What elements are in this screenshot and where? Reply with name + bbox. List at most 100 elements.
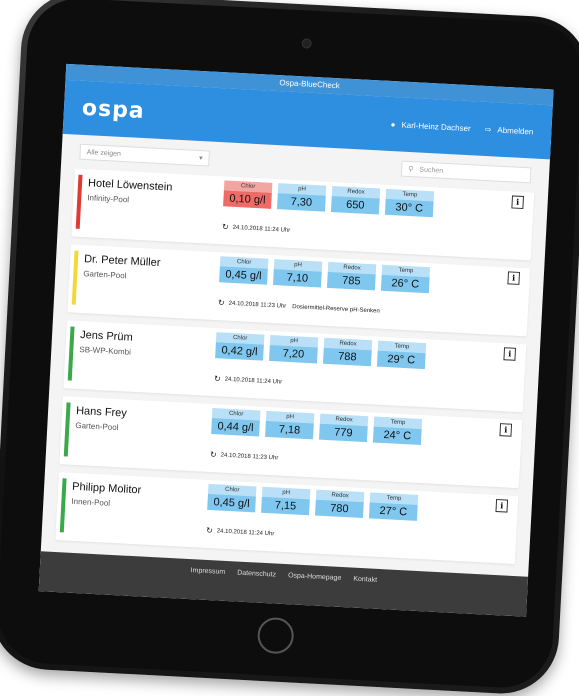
info-icon[interactable]: i — [495, 499, 509, 513]
metric-redox: Redox 785 — [326, 261, 377, 291]
user-icon: ● — [390, 119, 396, 129]
metric-value: 29° C — [376, 350, 426, 370]
metric-value: 0,42 g/l — [215, 342, 264, 361]
metric-temp: Temp 30° C — [384, 188, 435, 218]
home-button[interactable] — [256, 616, 295, 655]
metric-ph: pH 7,18 — [265, 410, 315, 440]
timestamp: 24.10.2018 11:23 Uhr — [228, 300, 287, 310]
metric-chlor: Chlor 0,42 g/l — [215, 332, 265, 361]
metric-value: 785 — [326, 271, 376, 291]
metric-temp: Temp 24° C — [372, 416, 423, 445]
user-menu[interactable]: ● Karl-Heinz Dachser — [390, 119, 471, 132]
metrics-row: Chlor 0,42 g/l pH 7,20 Redox 788 Temp 29… — [215, 332, 432, 370]
metric-chlor: Chlor 0,44 g/l — [211, 408, 261, 437]
pool-card[interactable]: Dr. Peter Müller Garten-Pool Chlor 0,45 … — [67, 244, 531, 337]
metric-temp: Temp 26° C — [380, 264, 431, 294]
pool-type: Garten-Pool — [75, 420, 119, 433]
tablet-device: Ospa-BlueCheck ospa ● Karl-Heinz Dachser… — [0, 0, 579, 696]
metric-chlor: Chlor 0,45 g/l — [207, 483, 257, 513]
refresh-icon[interactable]: ↻ — [206, 526, 213, 535]
metric-value: 0,45 g/l — [207, 493, 256, 513]
logout-button[interactable]: ⇨ Abmelden — [485, 124, 534, 136]
refresh-icon[interactable]: ↻ — [210, 450, 217, 459]
timestamp-row: ↻ 24.10.2018 11:24 Uhr — [222, 222, 297, 235]
pool-type: Garten-Pool — [83, 269, 127, 281]
refresh-icon[interactable]: ↻ — [218, 298, 225, 307]
timestamp-row: ↻ 24.10.2018 11:24 Uhr — [206, 526, 281, 539]
info-icon[interactable]: i — [511, 195, 525, 210]
footer-link[interactable]: Impressum — [190, 567, 225, 576]
metric-redox: Redox 779 — [318, 413, 369, 443]
timestamp-row: ↻ 24.10.2018 11:24 Uhr — [214, 374, 289, 387]
header-spacer — [145, 111, 377, 123]
metrics-row: Chlor 0,45 g/l pH 7,10 Redox 785 Temp 26… — [219, 256, 436, 294]
logout-icon: ⇨ — [484, 124, 492, 134]
metric-value: 0,10 g/l — [223, 190, 272, 209]
metric-ph: pH 7,30 — [276, 183, 327, 212]
info-icon[interactable]: i — [503, 347, 517, 361]
metric-chlor: Chlor 0,45 g/l — [219, 256, 269, 285]
metric-ph: pH 7,15 — [261, 486, 311, 516]
pool-owner-name: Jens Prüm — [79, 329, 133, 344]
metric-value: 7,10 — [273, 269, 322, 288]
pool-type: SB-WP-Kombi — [79, 344, 132, 357]
info-icon[interactable]: i — [507, 271, 521, 285]
metric-value: 24° C — [372, 426, 422, 445]
pool-card[interactable]: Philipp Molitor Innen-Pool Chlor 0,45 g/… — [55, 472, 519, 565]
metric-temp: Temp 29° C — [376, 340, 427, 370]
ospa-logo[interactable]: ospa — [81, 95, 145, 123]
timestamp: 24.10.2018 11:24 Uhr — [216, 527, 275, 537]
status-stripe — [75, 174, 83, 229]
status-stripe — [59, 478, 67, 533]
metric-chlor: Chlor 0,10 g/l — [223, 180, 273, 209]
pool-owner-name: Philipp Molitor — [71, 480, 142, 497]
logout-label: Abmelden — [497, 125, 534, 136]
filter-select[interactable]: Alle zeigen ▾ — [79, 143, 210, 167]
metric-value: 7,18 — [265, 420, 314, 440]
metric-value: 26° C — [380, 274, 430, 294]
info-icon[interactable]: i — [499, 423, 513, 437]
metric-ph: pH 7,20 — [269, 334, 319, 364]
refresh-icon[interactable]: ↻ — [214, 374, 221, 383]
pool-type: Infinity-Pool — [87, 193, 130, 205]
metric-value: 780 — [315, 499, 364, 519]
pool-card[interactable]: Hans Frey Garten-Pool Chlor 0,44 g/l pH … — [59, 396, 523, 489]
search-placeholder: Suchen — [419, 166, 444, 175]
pool-owner-name: Hans Frey — [75, 404, 128, 420]
app-screen: Ospa-BlueCheck ospa ● Karl-Heinz Dachser… — [38, 63, 554, 617]
pool-card[interactable]: Jens Prüm SB-WP-Kombi Chlor 0,42 g/l pH … — [63, 320, 527, 413]
timestamp: 24.10.2018 11:23 Uhr — [220, 452, 279, 462]
status-stripe — [63, 402, 71, 457]
chevron-down-icon: ▾ — [198, 154, 203, 163]
status-stripe — [67, 326, 75, 381]
pool-owner-name: Dr. Peter Müller — [83, 253, 161, 270]
pool-list: Hotel Löwenstein Infinity-Pool Chlor 0,1… — [41, 168, 548, 565]
footer-link[interactable]: Datenschutz — [237, 570, 276, 579]
metrics-row: Chlor 0,45 g/l pH 7,15 Redox 780 Temp 27… — [207, 483, 424, 521]
search-input[interactable]: ⚲ Suchen — [400, 160, 532, 184]
timestamp: 24.10.2018 11:24 Uhr — [224, 376, 283, 386]
metric-redox: Redox 780 — [315, 489, 365, 519]
camera-icon — [301, 38, 312, 49]
timestamp-row: ↻ 24.10.2018 11:23 Uhr Dosiermittel-Rese… — [218, 298, 380, 315]
metric-value: 650 — [330, 195, 380, 215]
metric-value: 27° C — [368, 502, 418, 521]
filter-select-value: Alle zeigen — [86, 148, 122, 158]
pool-type: Innen-Pool — [71, 496, 111, 508]
footer-link[interactable]: Ospa-Homepage — [288, 572, 342, 582]
metric-value: 7,30 — [276, 193, 326, 212]
footer-link[interactable]: Kontakt — [353, 576, 377, 584]
status-stripe — [71, 250, 79, 305]
metrics-row: Chlor 0,44 g/l pH 7,18 Redox 779 Temp 24… — [211, 408, 428, 445]
metric-value: 0,45 g/l — [219, 266, 268, 285]
metric-value: 0,44 g/l — [211, 418, 260, 437]
metrics-row: Chlor 0,10 g/l pH 7,30 Redox 650 Temp 30… — [223, 180, 440, 218]
refresh-icon[interactable]: ↻ — [222, 222, 229, 231]
metric-redox: Redox 788 — [322, 337, 373, 367]
warning-note: Dosiermittel-Reserve pH-Senken — [292, 303, 380, 315]
metric-redox: Redox 650 — [330, 185, 381, 215]
metric-value: 7,15 — [261, 496, 310, 516]
metric-value: 779 — [318, 423, 368, 443]
metric-temp: Temp 27° C — [368, 492, 419, 521]
pool-owner-name: Hotel Löwenstein — [87, 177, 173, 194]
